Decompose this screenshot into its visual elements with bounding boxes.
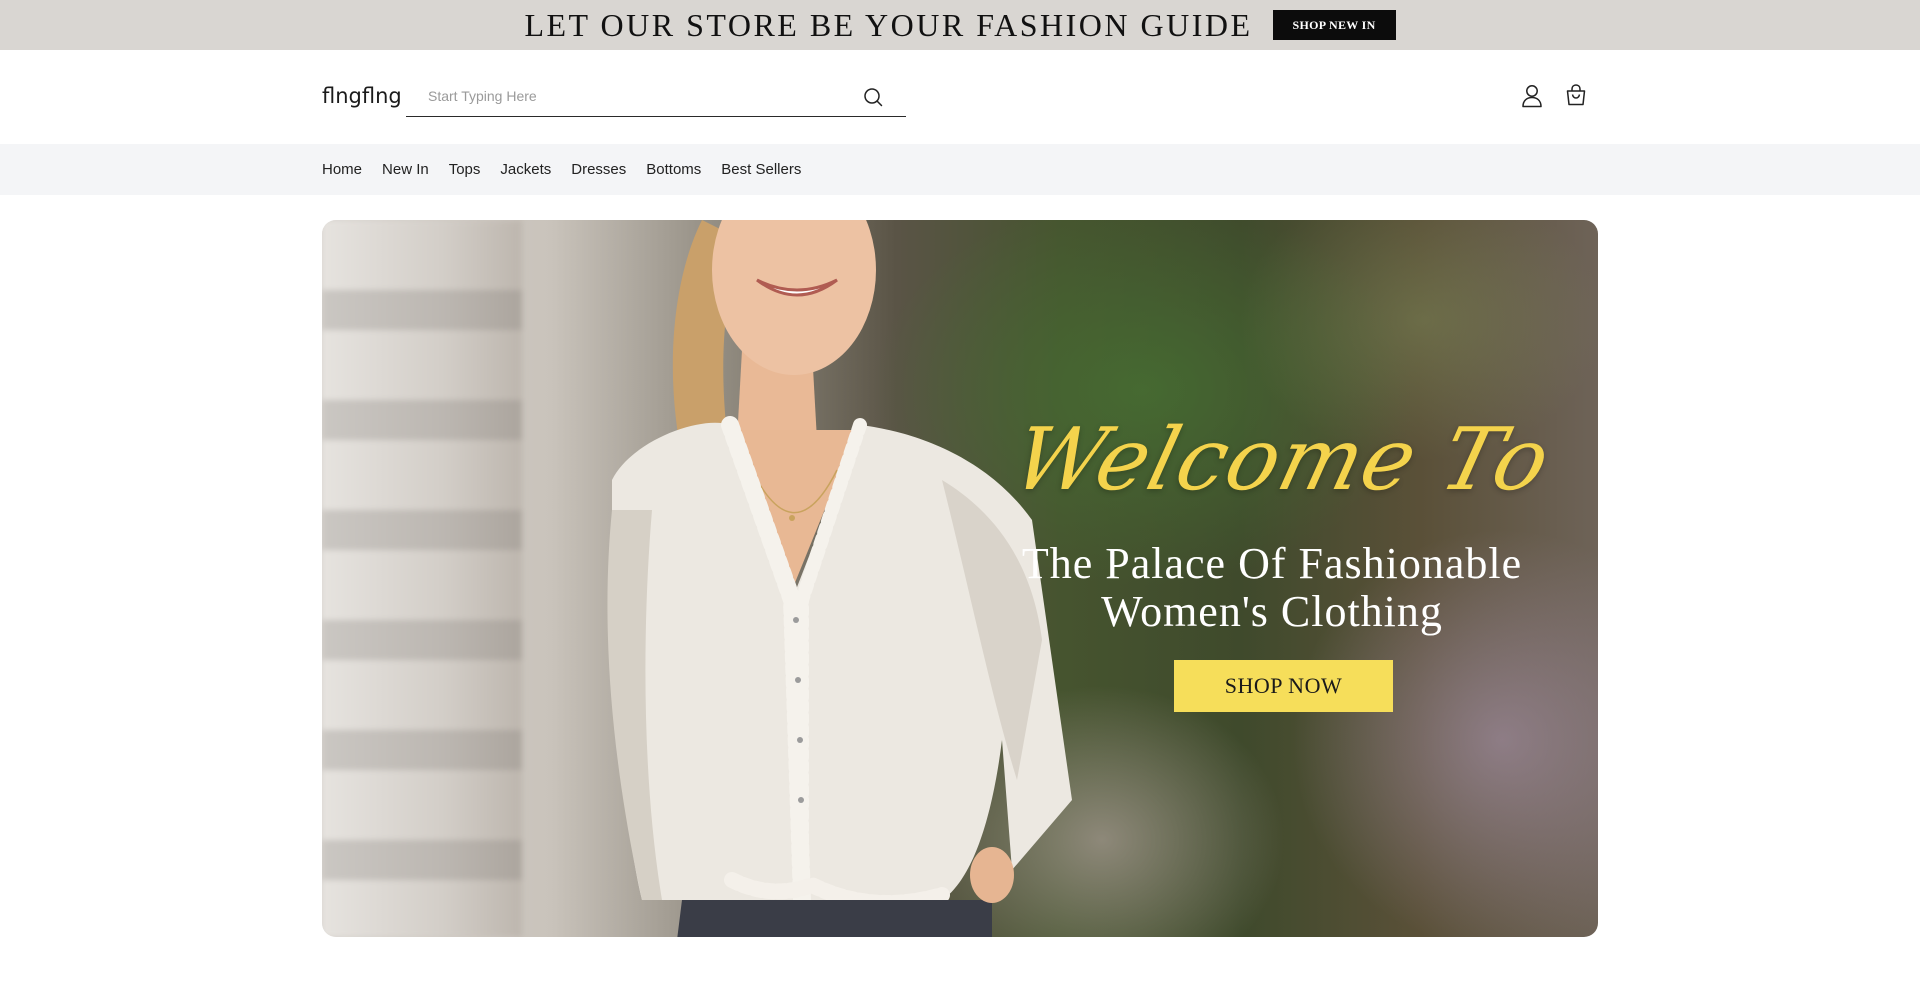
main-nav: Home New In Tops Jackets Dresses Bottoms… [0,144,1920,195]
search-bar [406,76,906,117]
hero-model-image [607,220,1072,937]
hero-title: The Palace Of Fashionable Women's Clothi… [1002,540,1542,636]
nav-item-best-sellers[interactable]: Best Sellers [721,161,801,178]
user-icon[interactable] [1521,84,1543,108]
shop-now-button[interactable]: SHOP NOW [1174,660,1393,712]
hero-title-line-1: The Palace Of Fashionable [1021,539,1523,588]
shopping-bag-icon[interactable] [1565,83,1587,107]
search-input[interactable] [428,76,848,116]
announcement-bar: LET OUR STORE BE YOUR FASHION GUIDE SHOP… [0,0,1920,50]
site-header: flngflng [0,50,1920,144]
nav-item-jackets[interactable]: Jackets [500,161,551,178]
nav-item-dresses[interactable]: Dresses [571,161,626,178]
nav-item-home[interactable]: Home [322,161,362,178]
hero-script-heading: Welcome To [1003,410,1561,510]
shop-new-in-button[interactable]: SHOP NEW IN [1272,10,1396,40]
announcement-text: LET OUR STORE BE YOUR FASHION GUIDE [524,6,1253,43]
site-logo[interactable]: flngflng [322,84,402,108]
nav-item-bottoms[interactable]: Bottoms [646,161,701,178]
nav-list: Home New In Tops Jackets Dresses Bottoms… [322,144,821,195]
nav-item-tops[interactable]: Tops [449,161,481,178]
nav-item-new-in[interactable]: New In [382,161,429,178]
hero-title-line-2: Women's Clothing [1101,587,1443,636]
hero-banner: Welcome To The Palace Of Fashionable Wom… [322,220,1598,937]
search-icon[interactable] [862,86,884,108]
